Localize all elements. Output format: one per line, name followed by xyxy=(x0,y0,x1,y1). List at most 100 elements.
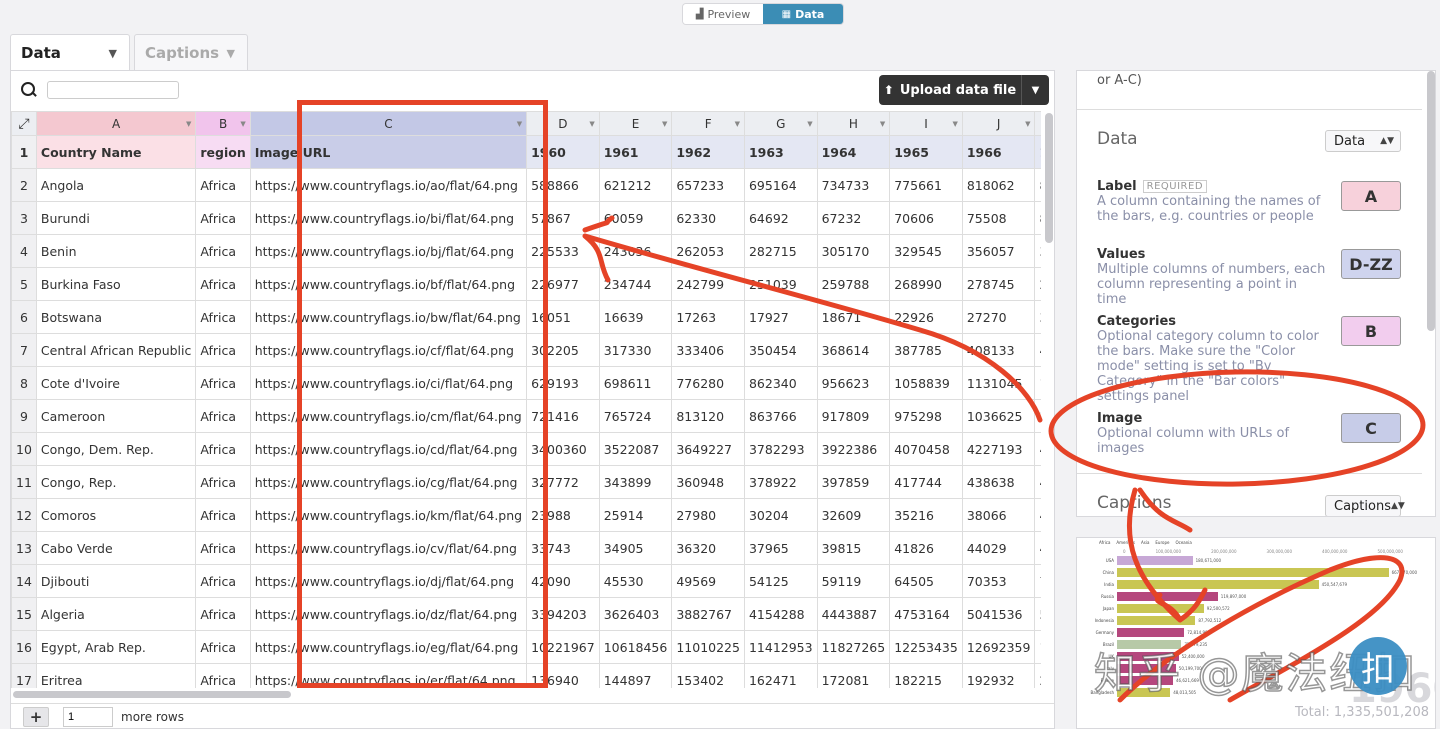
row-number[interactable]: 6 xyxy=(11,300,37,334)
data-cell[interactable]: 3522087 xyxy=(598,432,673,466)
data-cell[interactable]: https://www.countryflags.io/cf/flat/64.p… xyxy=(249,333,528,367)
row-number[interactable]: 13 xyxy=(11,531,37,565)
data-cell[interactable]: 956623 xyxy=(816,366,891,400)
data-toggle-button[interactable]: ▦ Data xyxy=(763,4,843,24)
data-cell[interactable]: 5 xyxy=(1034,597,1041,631)
data-cell[interactable]: 862340 xyxy=(743,366,818,400)
data-cell[interactable]: 4 xyxy=(1034,498,1041,532)
data-cell[interactable]: Africa xyxy=(195,234,251,268)
data-cell[interactable]: 5041536 xyxy=(961,597,1036,631)
data-sheet-select[interactable]: Data ▲▼ xyxy=(1325,130,1401,152)
data-cell[interactable]: 1 xyxy=(1034,366,1041,400)
column-header-j[interactable]: J ▼ xyxy=(961,111,1036,136)
data-cell[interactable]: 32609 xyxy=(816,498,891,532)
column-header-d[interactable]: D ▼ xyxy=(526,111,600,136)
upload-data-file-button[interactable]: ⬆ Upload data file ▼ xyxy=(879,75,1049,105)
row-number[interactable]: 1 xyxy=(11,135,37,169)
data-cell[interactable]: 4154288 xyxy=(743,597,818,631)
row-number[interactable]: 2 xyxy=(11,168,37,202)
column-menu-icon[interactable]: ▼ xyxy=(735,120,740,128)
row-number[interactable]: 15 xyxy=(11,597,37,631)
data-cell[interactable]: Cabo Verde xyxy=(35,531,197,565)
data-cell[interactable]: 33743 xyxy=(526,531,600,565)
row-number[interactable]: 3 xyxy=(11,201,37,235)
data-cell[interactable]: 818062 xyxy=(961,168,1036,202)
data-cell[interactable]: 3 xyxy=(1034,234,1041,268)
data-cell[interactable]: 25914 xyxy=(598,498,673,532)
data-cell[interactable]: 136940 xyxy=(526,663,600,688)
data-cell[interactable]: 360948 xyxy=(671,465,745,499)
data-cell[interactable]: 41826 xyxy=(889,531,963,565)
data-cell[interactable]: 695164 xyxy=(743,168,818,202)
horizontal-scrollbar[interactable] xyxy=(13,691,291,698)
data-cell[interactable]: 34905 xyxy=(598,531,673,565)
data-cell[interactable]: 8 xyxy=(1034,168,1041,202)
data-cell[interactable]: Africa xyxy=(195,267,251,301)
data-cell[interactable]: 35216 xyxy=(889,498,963,532)
data-cell[interactable]: Cote d'Ivoire xyxy=(35,366,197,400)
data-cell[interactable]: 629193 xyxy=(526,366,600,400)
data-cell[interactable]: 327772 xyxy=(526,465,600,499)
header-cell[interactable]: 1966 xyxy=(961,135,1036,169)
column-header-a[interactable]: A ▼ xyxy=(35,111,197,136)
data-cell[interactable]: 262053 xyxy=(671,234,745,268)
data-cell[interactable]: 329545 xyxy=(889,234,963,268)
sort-corner-button[interactable]: ⤢ xyxy=(11,111,37,136)
data-cell[interactable]: 60059 xyxy=(598,201,673,235)
data-cell[interactable]: 17927 xyxy=(743,300,818,334)
data-cell[interactable]: 38066 xyxy=(961,498,1036,532)
data-cell[interactable]: 4070458 xyxy=(889,432,963,466)
data-cell[interactable]: 64692 xyxy=(743,201,818,235)
data-cell[interactable]: 813120 xyxy=(671,399,745,433)
header-cell[interactable]: Country Name xyxy=(35,135,197,169)
preview-toggle-button[interactable]: ▟ Preview xyxy=(683,4,763,24)
header-cell[interactable]: 1961 xyxy=(598,135,673,169)
data-cell[interactable]: https://www.countryflags.io/bf/flat/64.p… xyxy=(249,267,528,301)
data-cell[interactable]: 192932 xyxy=(961,663,1036,688)
data-cell[interactable]: 438638 xyxy=(961,465,1036,499)
data-cell[interactable]: 144897 xyxy=(598,663,673,688)
data-cell[interactable]: 734733 xyxy=(816,168,891,202)
data-cell[interactable]: 12692359 xyxy=(961,630,1036,664)
data-cell[interactable]: 70353 xyxy=(961,564,1036,598)
row-number[interactable]: 11 xyxy=(11,465,37,499)
header-cell[interactable]: 1965 xyxy=(889,135,963,169)
data-cell[interactable]: 417744 xyxy=(889,465,963,499)
data-cell[interactable]: 67232 xyxy=(816,201,891,235)
data-cell[interactable]: 3782293 xyxy=(743,432,818,466)
column-menu-icon[interactable]: ▼ xyxy=(662,120,667,128)
data-cell[interactable]: Africa xyxy=(195,630,251,664)
data-cell[interactable]: 182215 xyxy=(889,663,963,688)
search-input[interactable] xyxy=(47,81,179,99)
data-cell[interactable]: 11827265 xyxy=(816,630,891,664)
search-icon[interactable] xyxy=(21,82,37,98)
data-cell[interactable]: 242799 xyxy=(671,267,745,301)
data-cell[interactable]: 10221967 xyxy=(526,630,600,664)
upload-main[interactable]: ⬆ Upload data file xyxy=(879,75,1021,105)
data-cell[interactable]: 16051 xyxy=(526,300,600,334)
data-cell[interactable]: 698611 xyxy=(598,366,673,400)
data-cell[interactable]: 36320 xyxy=(671,531,745,565)
data-cell[interactable]: 7 xyxy=(1034,564,1041,598)
data-cell[interactable]: 3 xyxy=(1034,300,1041,334)
data-cell[interactable]: 10618456 xyxy=(598,630,673,664)
data-cell[interactable]: 27980 xyxy=(671,498,745,532)
data-cell[interactable]: 44029 xyxy=(961,531,1036,565)
data-cell[interactable]: https://www.countryflags.io/bi/flat/64.p… xyxy=(249,201,528,235)
data-cell[interactable]: 1 xyxy=(1034,630,1041,664)
data-cell[interactable]: 356057 xyxy=(961,234,1036,268)
data-cell[interactable]: Comoros xyxy=(35,498,197,532)
data-cell[interactable]: 30204 xyxy=(743,498,818,532)
data-cell[interactable]: 721416 xyxy=(526,399,600,433)
header-cell[interactable]: 1964 xyxy=(816,135,891,169)
row-number[interactable]: 12 xyxy=(11,498,37,532)
data-cell[interactable]: Africa xyxy=(195,663,251,688)
column-select-categories[interactable]: B xyxy=(1341,316,1401,346)
data-cell[interactable]: Egypt, Arab Rep. xyxy=(35,630,197,664)
data-cell[interactable]: 397859 xyxy=(816,465,891,499)
data-cell[interactable]: 2 xyxy=(1034,267,1041,301)
header-cell[interactable]: 1 xyxy=(1034,135,1041,169)
data-cell[interactable]: 975298 xyxy=(889,399,963,433)
data-cell[interactable]: Africa xyxy=(195,465,251,499)
data-cell[interactable]: Africa xyxy=(195,168,251,202)
